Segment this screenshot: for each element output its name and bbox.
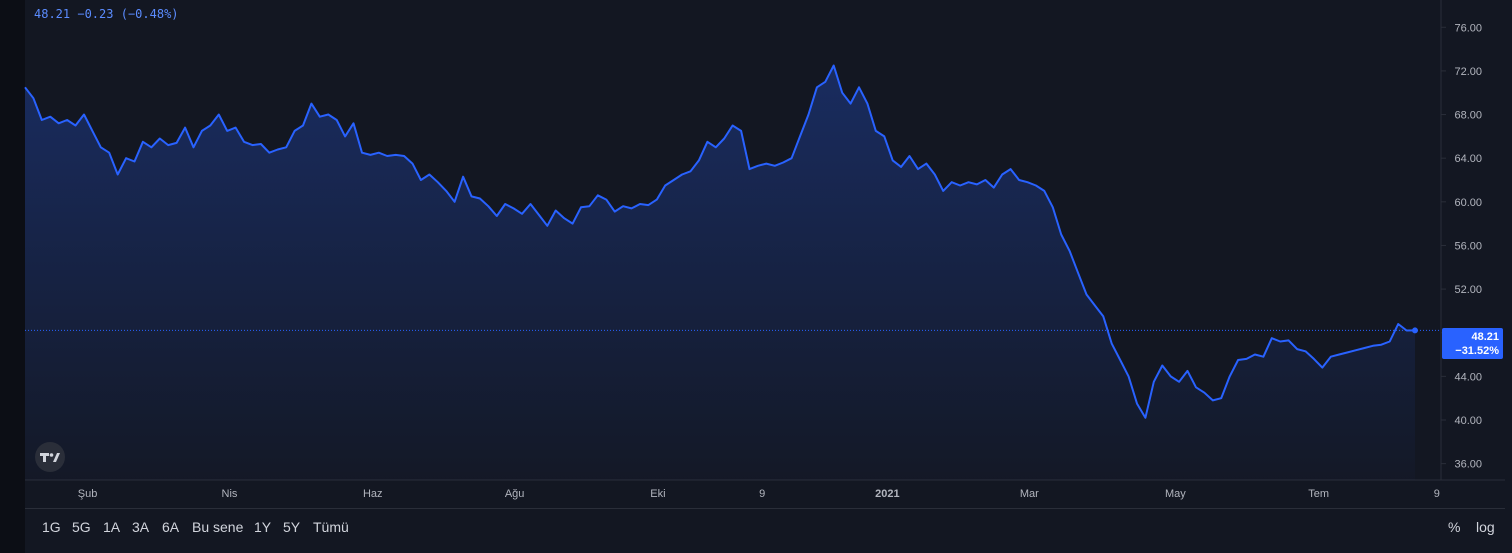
range-button-5y[interactable]: 5Y (283, 519, 300, 535)
price-tag-value: 48.21 (1471, 331, 1499, 343)
x-tick-label: 9 (1434, 488, 1440, 500)
x-tick-label: Nis (222, 488, 238, 500)
x-tick-label: 2021 (875, 488, 899, 500)
legend-change-pct: (−0.48%) (120, 7, 179, 21)
tradingview-logo-icon[interactable] (35, 442, 65, 472)
range-toolbar: 1G 5G 1A 3A 6A Bu sene 1Y 5Y Tümü % log (25, 508, 1505, 547)
x-tick-label: Eki (650, 488, 665, 500)
y-tick-label: 76.00 (1454, 22, 1482, 34)
price-legend: 48.21 −0.23 (−0.48%) (34, 7, 179, 21)
range-button-6a[interactable]: 6A (162, 519, 179, 535)
legend-last-price: 48.21 (34, 7, 71, 21)
x-tick-label: Haz (363, 488, 383, 500)
current-price-tag: 48.21 −31.52% (1442, 328, 1503, 359)
y-tick-label: 44.00 (1454, 371, 1482, 383)
range-button-1a[interactable]: 1A (103, 519, 120, 535)
y-tick-label: 52.00 (1454, 284, 1482, 296)
price-tag-change: −31.52% (1455, 345, 1499, 357)
x-tick-label: Şub (78, 488, 98, 500)
left-edge (0, 0, 25, 553)
y-tick-label: 60.00 (1454, 197, 1482, 209)
x-tick-label: Tem (1308, 488, 1329, 500)
range-button-3a[interactable]: 3A (132, 519, 149, 535)
range-button-1y[interactable]: 1Y (254, 519, 271, 535)
x-tick-label: May (1165, 488, 1186, 500)
x-tick-label: Mar (1020, 488, 1039, 500)
y-tick-label: 36.00 (1454, 459, 1482, 471)
last-price-marker (1412, 327, 1418, 334)
range-button-1g[interactable]: 1G (42, 519, 61, 535)
y-tick-label: 56.00 (1454, 240, 1482, 252)
range-button-bu-sene[interactable]: Bu sene (192, 519, 243, 535)
percent-scale-toggle[interactable]: % (1448, 519, 1460, 535)
x-tick-label: Ağu (505, 488, 525, 500)
y-tick-label: 40.00 (1454, 415, 1482, 427)
y-tick-label: 68.00 (1454, 110, 1482, 122)
range-button-tumu[interactable]: Tümü (313, 519, 349, 535)
chart-canvas[interactable]: 36.0040.0044.0048.0052.0056.0060.0064.00… (0, 0, 1512, 553)
range-button-5g[interactable]: 5G (72, 519, 91, 535)
y-tick-label: 72.00 (1454, 66, 1482, 78)
legend-change-abs: −0.23 (77, 7, 114, 21)
y-tick-label: 64.00 (1454, 153, 1482, 165)
log-scale-toggle[interactable]: log (1476, 519, 1495, 535)
chart[interactable]: 36.0040.0044.0048.0052.0056.0060.0064.00… (0, 0, 1512, 553)
x-tick-label: 9 (759, 488, 765, 500)
